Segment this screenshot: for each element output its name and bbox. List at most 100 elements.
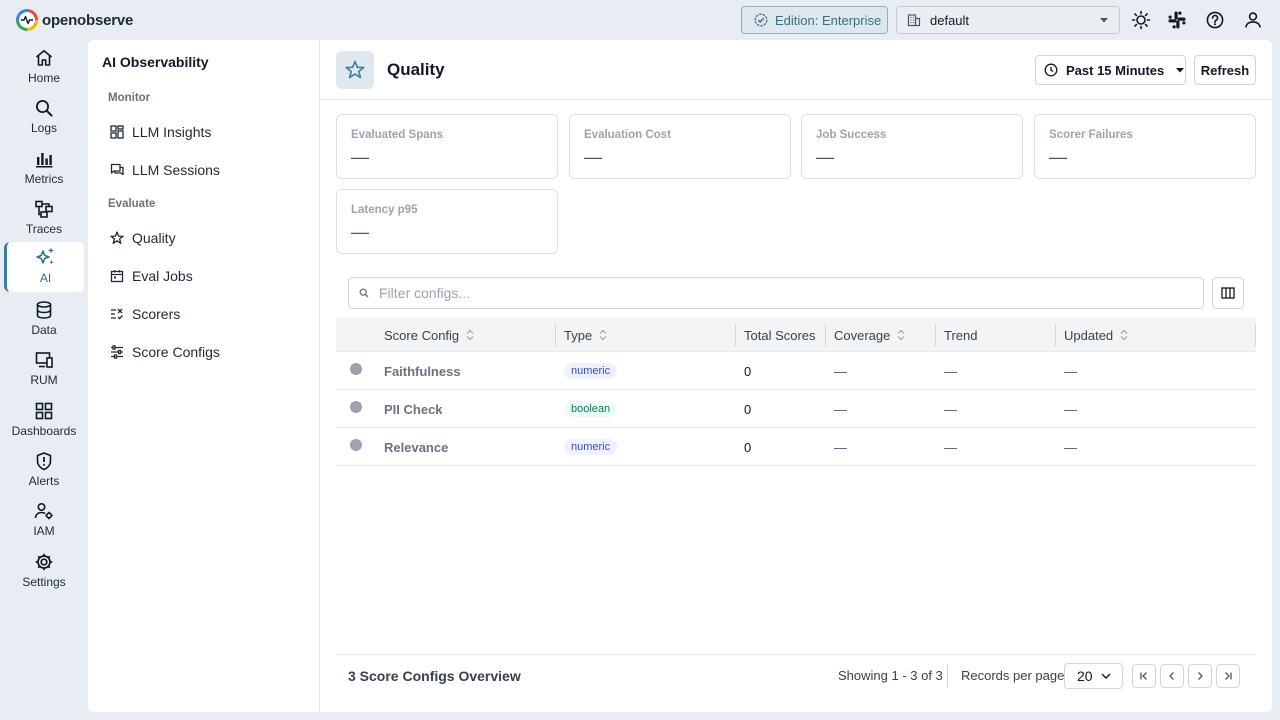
subnav-item-label: LLM Sessions	[132, 162, 220, 178]
filter-bar	[348, 277, 1204, 309]
sort-icon	[1120, 329, 1128, 341]
quality-star-icon	[336, 51, 374, 89]
subnav-item-eval-jobs[interactable]: Eval Jobs	[100, 261, 308, 291]
subnav-title: AI Observability	[102, 54, 209, 70]
building-icon	[907, 13, 921, 27]
org-name: default	[930, 12, 970, 28]
coverage-value: —	[834, 363, 847, 379]
subnav-item-score-configs[interactable]: Score Configs	[100, 337, 308, 367]
time-range-label: Past 15 Minutes	[1066, 62, 1165, 78]
theme-sun-icon[interactable]	[1131, 10, 1151, 30]
logo[interactable]: openobserve	[16, 9, 133, 31]
nav-label: Settings	[22, 575, 66, 589]
type-badge: boolean	[564, 401, 618, 417]
column-label: Trend	[944, 327, 978, 343]
column-header-score-config[interactable]: Score Config	[376, 318, 474, 352]
trend-value: —	[944, 363, 957, 379]
nav-logs[interactable]: Logs	[4, 94, 84, 142]
score-config-name[interactable]: PII Check	[384, 402, 443, 417]
nav-dashboards[interactable]: Dashboards	[4, 397, 84, 445]
metric-card-latency-p95: Latency p95 —	[336, 189, 558, 254]
card-label: Scorer Failures	[1049, 129, 1133, 141]
edition-label: Edition: Enterprise	[775, 12, 882, 28]
metric-card-job-success: Job Success —	[801, 114, 1023, 179]
main-content: Quality Past 15 Minutes Refresh Evaluate…	[320, 40, 1272, 712]
first-page-button[interactable]	[1132, 664, 1156, 688]
nav-ai[interactable]: AI	[4, 242, 84, 292]
filter-input[interactable]	[379, 285, 1179, 301]
score-configs-table: Score Config Type Total Scores Coverage	[336, 318, 1256, 466]
subnav-item-label: Scorers	[132, 306, 181, 322]
nav-settings[interactable]: Settings	[4, 548, 84, 596]
column-header-trend[interactable]: Trend	[936, 318, 977, 352]
column-header-coverage[interactable]: Coverage	[826, 318, 905, 352]
nav-rum[interactable]: RUM	[4, 346, 84, 394]
column-toggle-button[interactable]	[1212, 277, 1244, 309]
nav-label: RUM	[30, 373, 58, 387]
subnav-section-evaluate: Evaluate	[108, 198, 156, 210]
nav-home[interactable]: Home	[4, 44, 84, 92]
subnav-item-scorers[interactable]: Scorers	[100, 299, 308, 329]
updated-value: —	[1064, 363, 1077, 379]
table-header: Score Config Type Total Scores Coverage	[336, 318, 1256, 352]
nav-label: Data	[31, 323, 57, 337]
calendar-icon	[110, 269, 124, 283]
table-row[interactable]: PII Check boolean 0 — — —	[336, 390, 1256, 428]
chevron-right-icon	[1195, 671, 1205, 681]
card-label: Evaluated Spans	[351, 129, 444, 141]
footer-divider	[947, 665, 948, 687]
nav-data[interactable]: Data	[4, 296, 84, 344]
coverage-value: —	[834, 401, 847, 417]
refresh-button[interactable]: Refresh	[1194, 55, 1256, 85]
nav-traces[interactable]: Traces	[4, 195, 84, 243]
updated-value: —	[1064, 401, 1077, 417]
column-header-total-scores[interactable]: Total Scores	[736, 318, 816, 352]
prev-page-button[interactable]	[1160, 664, 1184, 688]
subnav-item-quality[interactable]: Quality	[100, 223, 308, 253]
logo-mark-icon	[16, 9, 38, 31]
subnav-item-label: Quality	[132, 230, 176, 246]
dashboard-icon	[34, 401, 54, 421]
column-header-updated[interactable]: Updated	[1056, 318, 1128, 352]
subnav-item-llm-insights[interactable]: LLM Insights	[100, 117, 308, 147]
sort-icon	[599, 329, 607, 341]
chat-icon	[110, 163, 124, 177]
next-page-button[interactable]	[1188, 664, 1212, 688]
card-label: Evaluation Cost	[584, 129, 671, 141]
table-row[interactable]: Faithfulness numeric 0 — — —	[336, 352, 1256, 390]
user-icon[interactable]	[1243, 10, 1263, 30]
status-dot	[350, 363, 362, 375]
nav-iam[interactable]: IAM	[4, 497, 84, 545]
checklist-icon	[110, 307, 124, 321]
traces-icon	[34, 199, 54, 219]
score-config-name[interactable]: Relevance	[384, 440, 448, 455]
help-icon[interactable]	[1205, 10, 1225, 30]
slack-icon[interactable]	[1167, 10, 1187, 30]
metric-card-evaluated-spans: Evaluated Spans —	[336, 114, 558, 179]
time-range-picker[interactable]: Past 15 Minutes	[1035, 55, 1186, 85]
records-per-page-select[interactable]: 20	[1064, 663, 1123, 689]
table-footer: 3 Score Configs Overview Showing 1 - 3 o…	[336, 654, 1256, 696]
subnav-item-label: LLM Insights	[132, 124, 212, 140]
table-row[interactable]: Relevance numeric 0 — — —	[336, 428, 1256, 466]
nav-metrics[interactable]: Metrics	[4, 145, 84, 193]
coverage-value: —	[834, 439, 847, 455]
edition-badge[interactable]: Edition: Enterprise	[741, 6, 888, 34]
nav-label: Dashboards	[11, 424, 77, 438]
sort-icon	[897, 329, 905, 341]
nav-alerts[interactable]: Alerts	[4, 447, 84, 495]
status-dot	[350, 439, 362, 451]
score-config-name[interactable]: Faithfulness	[384, 364, 461, 379]
org-selector[interactable]: default	[896, 6, 1120, 34]
column-header-type[interactable]: Type	[556, 318, 607, 352]
subnav-item-llm-sessions[interactable]: LLM Sessions	[100, 155, 308, 185]
chevron-down-icon	[1100, 17, 1108, 23]
records-per-page-label: Records per page	[961, 668, 1065, 683]
card-label: Job Success	[816, 129, 887, 141]
top-bar: openobserve Edition: Enterprise default	[0, 0, 1280, 40]
columns-icon	[1221, 287, 1235, 299]
card-value: —	[816, 147, 834, 167]
records-per-page-value: 20	[1077, 668, 1093, 684]
last-page-button[interactable]	[1216, 664, 1240, 688]
trend-value: —	[944, 401, 957, 417]
